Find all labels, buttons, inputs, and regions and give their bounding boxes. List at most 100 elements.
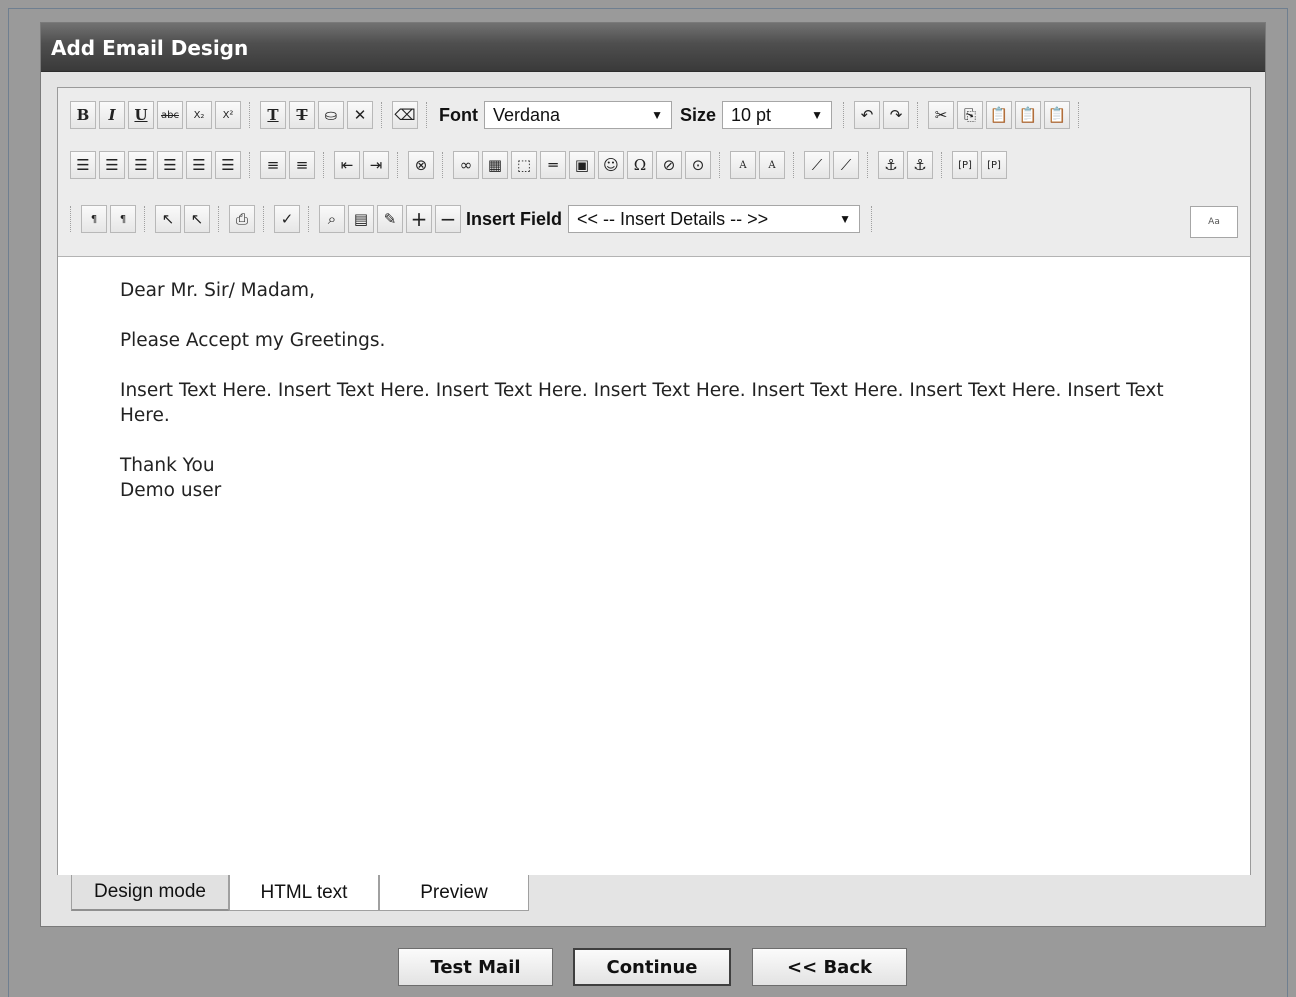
editor-content[interactable]: Dear Mr. Sir/ Madam, Please Accept my Gr… xyxy=(120,278,1200,503)
spellcheck-icon[interactable]: ✓ xyxy=(274,205,300,233)
select-add-icon[interactable]: ↖ xyxy=(155,205,181,233)
toolbar-row-2: ☰ ☰ ☰ ☰ ☰ ☰ ≡ ≡ ⇤ ⇥ ⊗ ∞ ▦ ⬚ ═ ▣ ☺ Ω ⊘ ⊙ … xyxy=(70,148,1010,182)
toolbar-row-3: ¶ ¶ ↖ ↖ ⎙ ✓ ⌕ ▤ ✎ + − Insert Field << --… xyxy=(70,202,882,236)
font-label: Font xyxy=(439,104,478,125)
link-icon[interactable]: ∞ xyxy=(453,151,479,179)
editor-mode-tabs: Design mode HTML text Preview xyxy=(57,875,1251,915)
underline-button[interactable]: U xyxy=(128,101,154,129)
style-preview-box[interactable]: Aa xyxy=(1190,206,1238,238)
toolbar-separator xyxy=(381,102,384,128)
font-select-value: Verdana xyxy=(492,104,561,125)
test-mail-button[interactable]: Test Mail xyxy=(398,948,553,986)
properties-icon[interactable]: ▤ xyxy=(348,205,374,233)
clear-highlight-icon[interactable]: ✕ xyxy=(347,101,373,129)
toolbar-separator xyxy=(144,206,147,232)
media-icon[interactable]: ⊙ xyxy=(685,151,711,179)
highlight-color-icon[interactable]: ⛀ xyxy=(318,101,344,129)
size-label: Size xyxy=(679,104,717,125)
closing-line: Thank You xyxy=(120,455,215,476)
toolbar-separator xyxy=(843,102,846,128)
paragraph-tag-icon[interactable]: [P] xyxy=(952,151,978,179)
toolbar-separator xyxy=(249,152,252,178)
table-icon[interactable]: ▦ xyxy=(482,151,508,179)
text-color-icon[interactable]: T xyxy=(260,101,286,129)
cut-icon[interactable]: ✂ xyxy=(928,101,955,129)
strikethrough-button[interactable]: abc xyxy=(157,101,183,129)
chevron-down-icon: ▼ xyxy=(811,108,824,122)
tab-preview[interactable]: Preview xyxy=(379,875,529,911)
paragraph-tag-remove-icon[interactable]: [P] xyxy=(981,151,1007,179)
toolbar-separator xyxy=(793,152,796,178)
toolbar-separator xyxy=(941,152,944,178)
find-icon[interactable]: ⌕ xyxy=(319,205,345,233)
subscript-button[interactable]: X₂ xyxy=(186,101,212,129)
minus-icon[interactable]: − xyxy=(435,205,461,233)
superscript-button[interactable]: X² xyxy=(215,101,241,129)
signature-line: Demo user xyxy=(120,480,222,501)
edit-icon[interactable]: ✎ xyxy=(377,205,403,233)
insert-field-select[interactable]: << -- Insert Details -- >> ▼ xyxy=(568,205,861,233)
ltr-icon[interactable]: ¶ xyxy=(81,205,107,233)
paste-word-icon[interactable]: 📋 xyxy=(1044,101,1071,129)
toolbar-separator xyxy=(70,206,73,232)
font-size-icon[interactable]: A xyxy=(730,151,756,179)
paste-icon[interactable]: 📋 xyxy=(986,101,1013,129)
ordered-list-icon[interactable]: ≡ xyxy=(260,151,286,179)
toolbar-row-1: B I U abc X₂ X² T T ⛀ ✕ ⌫ Font Verdana ▼ xyxy=(70,98,1089,132)
toolbar-separator xyxy=(323,152,326,178)
chevron-down-icon: ▼ xyxy=(839,212,852,226)
panel-title: Add Email Design xyxy=(51,36,249,60)
chevron-down-icon: ▼ xyxy=(651,108,663,122)
align-left-icon[interactable]: ☰ xyxy=(99,151,125,179)
brush-icon[interactable]: ⟋ xyxy=(833,151,859,179)
undo-icon[interactable]: ↶ xyxy=(854,101,881,129)
greeting-line: Dear Mr. Sir/ Madam, xyxy=(120,280,315,301)
horizontal-rule-icon[interactable]: ═ xyxy=(540,151,566,179)
anchor-icon[interactable]: ⚓ xyxy=(878,151,904,179)
redo-icon[interactable]: ↷ xyxy=(883,101,910,129)
continue-button[interactable]: Continue xyxy=(573,948,731,986)
special-character-icon[interactable]: Ω xyxy=(627,151,653,179)
bold-button[interactable]: B xyxy=(70,101,96,129)
outdent-icon[interactable]: ⇤ xyxy=(334,151,360,179)
image-icon[interactable]: ▣ xyxy=(569,151,595,179)
emoticon-icon[interactable]: ☺ xyxy=(598,151,624,179)
tab-design-mode[interactable]: Design mode xyxy=(71,875,229,911)
flash-icon[interactable]: ⊘ xyxy=(656,151,682,179)
toolbar-separator xyxy=(426,102,429,128)
justify-full-icon[interactable]: ☰ xyxy=(215,151,241,179)
toolbar-separator xyxy=(1078,102,1081,128)
frame-icon[interactable]: ⬚ xyxy=(511,151,537,179)
select-remove-icon[interactable]: ↖ xyxy=(184,205,210,233)
toolbar-separator xyxy=(218,206,221,232)
size-select[interactable]: 10 pt ▼ xyxy=(722,101,833,129)
indent-icon[interactable]: ⇥ xyxy=(363,151,389,179)
align-paragraph-icon[interactable]: ☰ xyxy=(70,151,96,179)
greeting-text: Please Accept my Greetings. xyxy=(120,330,386,351)
clear-text-color-icon[interactable]: T xyxy=(289,101,315,129)
back-button[interactable]: << Back xyxy=(752,948,907,986)
eraser-icon[interactable]: ⌫ xyxy=(392,101,418,129)
cancel-icon[interactable]: ⊗ xyxy=(408,151,434,179)
toolbar-separator xyxy=(249,102,252,128)
copy-icon[interactable]: ⎘ xyxy=(957,101,984,129)
body-text: Insert Text Here. Insert Text Here. Inse… xyxy=(120,380,1164,426)
italic-button[interactable]: I xyxy=(99,101,125,129)
align-right-icon[interactable]: ☰ xyxy=(157,151,183,179)
plus-icon[interactable]: + xyxy=(406,205,432,233)
font-size-reset-icon[interactable]: A xyxy=(759,151,785,179)
align-center-icon[interactable]: ☰ xyxy=(128,151,154,179)
size-select-value: 10 pt xyxy=(731,104,772,125)
font-select[interactable]: Verdana ▼ xyxy=(483,101,672,129)
toolbar-separator xyxy=(263,206,266,232)
toolbar-separator xyxy=(867,152,870,178)
insert-field-select-value: << -- Insert Details -- >> xyxy=(577,208,769,229)
print-icon[interactable]: ⎙ xyxy=(229,205,255,233)
tab-html-text[interactable]: HTML text xyxy=(229,875,379,911)
align-justify-icon[interactable]: ☰ xyxy=(186,151,212,179)
rtl-icon[interactable]: ¶ xyxy=(110,205,136,233)
dropper-icon[interactable]: ⟋ xyxy=(804,151,830,179)
anchor-remove-icon[interactable]: ⚓ xyxy=(907,151,933,179)
unordered-list-icon[interactable]: ≡ xyxy=(289,151,315,179)
paste-text-icon[interactable]: 📋 xyxy=(1015,101,1042,129)
